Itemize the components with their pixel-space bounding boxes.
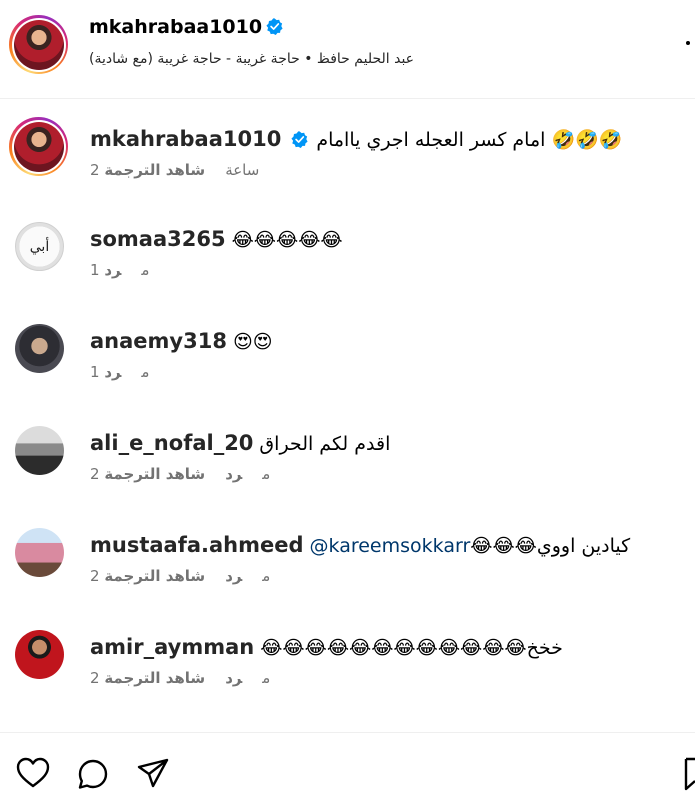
comment-username[interactable]: amir_aymman — [90, 635, 254, 659]
mention-link[interactable]: @kareemsokkarr — [310, 535, 471, 557]
comment-text: 😂😂😂😂😂 — [231, 229, 343, 251]
see-translation-link[interactable]: شاهد الترجمة — [104, 567, 205, 585]
comment-text: 😂😂😂كيادين اووي — [470, 535, 631, 557]
caption-text: امام كسر العجله اجري ياامام 🤣🤣🤣 — [316, 129, 623, 151]
reply-button[interactable]: رد — [225, 669, 242, 687]
commenter-avatar[interactable] — [15, 426, 64, 475]
heart-icon[interactable] — [16, 757, 50, 789]
see-translation-link[interactable]: شاهد الترجمة — [104, 465, 205, 483]
caption-meta: 2 ساعةشاهد الترجمة — [90, 161, 279, 179]
reply-button[interactable]: رد — [104, 363, 121, 381]
verified-icon — [266, 18, 283, 35]
comment-icon[interactable] — [76, 757, 110, 791]
author-avatar[interactable] — [9, 15, 68, 74]
comment-text: 😍😍 — [232, 331, 273, 353]
see-translation-link[interactable]: شاهد الترجمة — [104, 161, 205, 179]
author-username[interactable]: mkahrabaa1010 — [89, 16, 262, 38]
avatar-glyph: ﺃﺑﻲ — [29, 238, 50, 255]
caption-avatar[interactable] — [9, 117, 68, 176]
commenter-avatar[interactable] — [15, 630, 64, 679]
caption-username[interactable]: mkahrabaa1010 — [90, 127, 281, 151]
reply-button[interactable]: رد — [225, 567, 242, 585]
caption-line: mkahrabaa1010 امام كسر العجله اجري ياامام… — [90, 124, 622, 155]
verified-icon — [291, 131, 308, 148]
comment-text: 😂😂😂😂😂😂😂😂😂😂😂😂خخخ — [260, 637, 563, 659]
author-name-row: mkahrabaa1010 — [89, 16, 283, 38]
action-bar — [0, 732, 695, 791]
comment-text: اقدم لكم الحراق — [259, 433, 391, 455]
audio-subtitle[interactable]: عبد الحليم حافظ • حاجة غريبة - حاجة غريب… — [89, 51, 414, 67]
reply-button[interactable]: رد — [225, 465, 242, 483]
comment-username[interactable]: mustaafa.ahmeed — [90, 533, 304, 557]
bookmark-icon[interactable] — [684, 757, 695, 791]
reply-button[interactable]: رد — [104, 261, 121, 279]
commenter-avatar[interactable] — [15, 324, 64, 373]
post-header: mkahrabaa1010 عبد الحليم حافظ • حاجة غري… — [0, 0, 695, 99]
share-icon[interactable] — [136, 757, 170, 789]
comment-username[interactable]: anaemy318 — [90, 329, 227, 353]
comment-username[interactable]: somaa3265 — [90, 227, 226, 251]
more-options-icon[interactable] — [686, 41, 690, 45]
commenter-avatar[interactable] — [15, 528, 64, 577]
comment-username[interactable]: ali_e_nofal_20 — [90, 431, 253, 455]
see-translation-link[interactable]: شاهد الترجمة — [104, 669, 205, 687]
commenter-avatar[interactable]: ﺃﺑﻲ — [15, 222, 64, 271]
